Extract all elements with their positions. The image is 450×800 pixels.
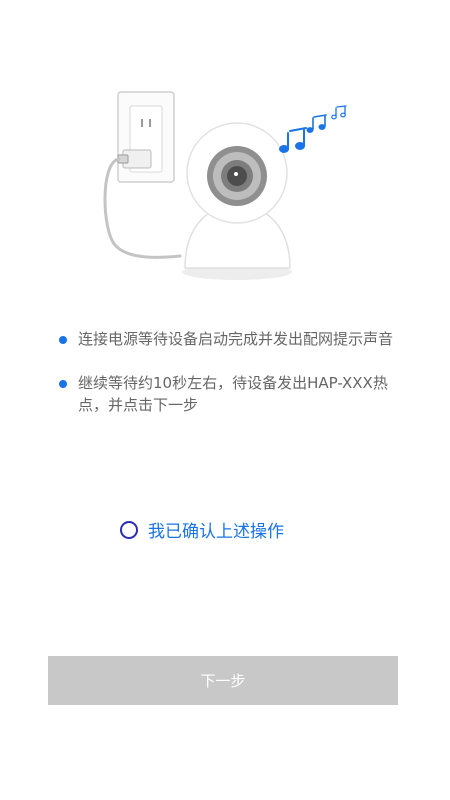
bullet-icon xyxy=(59,336,67,344)
confirm-checkbox[interactable]: 我已确认上述操作 xyxy=(120,517,284,542)
step-text: 继续等待约10秒左右，待设备发出HAP-XXX热点，并点击下一步 xyxy=(78,374,388,414)
wall-outlet-icon xyxy=(117,91,175,183)
confirm-label[interactable]: 我已确认上述操作 xyxy=(148,517,284,542)
step-text: 连接电源等待设备启动完成并发出配网提示声音 xyxy=(78,330,394,348)
device-setup-illustration xyxy=(103,91,347,280)
screen: 连接电源等待设备启动完成并发出配网提示声音 继续等待约10秒左右，待设备发出HA… xyxy=(0,0,450,800)
security-camera-icon xyxy=(182,122,292,280)
instruction-step: 继续等待约10秒左右，待设备发出HAP-XXX热点，并点击下一步 xyxy=(58,372,398,416)
instruction-step: 连接电源等待设备启动完成并发出配网提示声音 xyxy=(58,328,398,350)
bullet-icon xyxy=(59,380,67,388)
radio-unchecked-icon[interactable] xyxy=(120,520,138,539)
next-button[interactable]: 下一步 xyxy=(48,656,398,705)
instruction-list: 连接电源等待设备启动完成并发出配网提示声音 继续等待约10秒左右，待设备发出HA… xyxy=(58,328,398,438)
music-notes-icon xyxy=(279,105,347,153)
